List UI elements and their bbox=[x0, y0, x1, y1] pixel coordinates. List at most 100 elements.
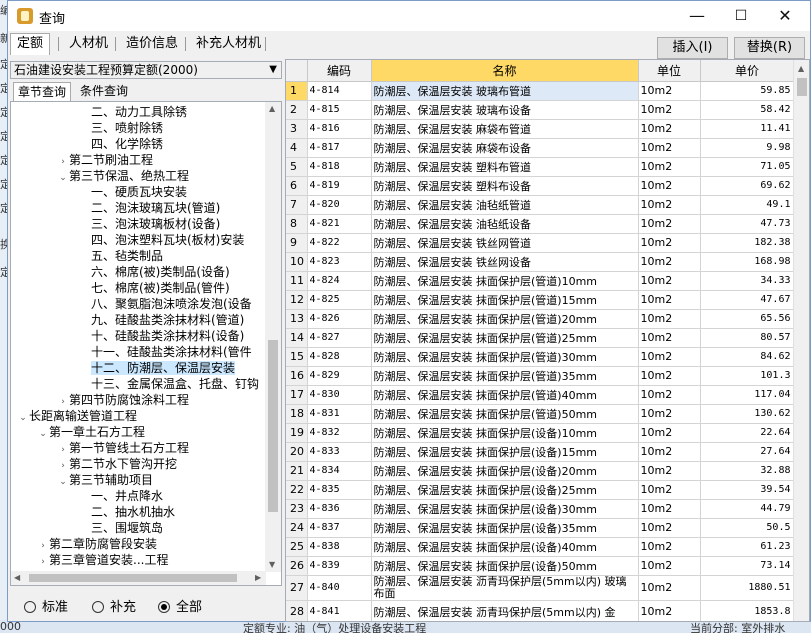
cell-name[interactable]: 防潮层、保温层安装 铁丝网管道 bbox=[371, 233, 639, 253]
tree-node[interactable]: ⌄ 第三节保温、绝热工程 bbox=[57, 168, 189, 184]
tree-node[interactable]: 四、化学除锈 bbox=[79, 136, 163, 152]
cell-price[interactable]: 39.54 bbox=[700, 480, 795, 500]
table-row[interactable]: 14 4-827 防潮层、保温层安装 抹面保护层(管道)25mm 10m2 80.57 bbox=[286, 328, 795, 348]
cell-name[interactable]: 防潮层、保温层安装 沥青玛保护层(5mm以内) 金 bbox=[371, 600, 639, 621]
tab-condition-query[interactable]: 条件查询 bbox=[76, 82, 132, 101]
cell-name[interactable]: 防潮层、保温层安装 抹面保护层(设备)25mm bbox=[371, 480, 639, 500]
cell-unit[interactable]: 10m2 bbox=[638, 195, 701, 215]
cell-code[interactable]: 4-830 bbox=[307, 385, 372, 405]
cell-unit[interactable]: 10m2 bbox=[638, 328, 701, 348]
scroll-up-icon[interactable]: ▲ bbox=[269, 104, 275, 113]
cell-price[interactable]: 11.41 bbox=[700, 119, 795, 139]
cell-name[interactable]: 防潮层、保温层安装 抹面保护层(设备)20mm bbox=[371, 461, 639, 481]
cell-price[interactable]: 101.3 bbox=[700, 366, 795, 386]
row-number[interactable]: 1 bbox=[286, 81, 308, 101]
cell-code[interactable]: 4-831 bbox=[307, 404, 372, 424]
table-row[interactable]: 19 4-832 防潮层、保温层安装 抹面保护层(设备)10mm 10m2 22.64 bbox=[286, 423, 795, 443]
cell-unit[interactable]: 10m2 bbox=[638, 404, 701, 424]
cell-price[interactable]: 80.57 bbox=[700, 328, 795, 348]
cell-code[interactable]: 4-832 bbox=[307, 423, 372, 443]
tree-node[interactable]: 一、井点降水 bbox=[79, 488, 163, 504]
col-header-price[interactable]: 单价 bbox=[700, 60, 795, 82]
cell-unit[interactable]: 10m2 bbox=[638, 176, 701, 196]
table-row[interactable]: 5 4-818 防潮层、保温层安装 塑料布管道 10m2 71.05 bbox=[286, 157, 795, 177]
row-number[interactable]: 22 bbox=[286, 480, 308, 500]
tree-node[interactable]: › 第四节防腐蚀涂料工程 bbox=[57, 392, 189, 408]
tab-price-info[interactable]: 造价信息 bbox=[119, 33, 185, 55]
row-number[interactable]: 27 bbox=[286, 575, 308, 601]
cell-name[interactable]: 防潮层、保温层安装 玻璃布管道 bbox=[371, 81, 639, 101]
collapse-chevron-icon[interactable]: ⌄ bbox=[57, 474, 69, 490]
replace-button[interactable]: 替换(R) bbox=[734, 37, 805, 59]
table-row[interactable]: 10 4-823 防潮层、保温层安装 铁丝网设备 10m2 168.98 bbox=[286, 252, 795, 272]
cell-unit[interactable]: 10m2 bbox=[638, 290, 701, 310]
row-number[interactable]: 19 bbox=[286, 423, 308, 443]
quota-library-select[interactable]: 石油建设安装工程预算定额(2000) ▼ bbox=[10, 61, 282, 79]
cell-unit[interactable]: 10m2 bbox=[638, 347, 701, 367]
cell-price[interactable]: 117.04 bbox=[700, 385, 795, 405]
tab-chapter-query[interactable]: 章节查询 bbox=[13, 82, 72, 101]
row-number[interactable]: 26 bbox=[286, 556, 308, 576]
cell-code[interactable]: 4-814 bbox=[307, 81, 372, 101]
row-number[interactable]: 9 bbox=[286, 233, 308, 253]
col-header-unit[interactable]: 单位 bbox=[638, 60, 701, 82]
row-number[interactable]: 25 bbox=[286, 537, 308, 557]
tree-node[interactable]: 六、棉席(被)类制品(设备) bbox=[79, 264, 230, 280]
tree-node[interactable]: 七、棉席(被)类制品(管件) bbox=[79, 280, 230, 296]
cell-name[interactable]: 防潮层、保温层安装 油毡纸管道 bbox=[371, 195, 639, 215]
cell-price[interactable]: 73.14 bbox=[700, 556, 795, 576]
cell-code[interactable]: 4-823 bbox=[307, 252, 372, 272]
row-number[interactable]: 5 bbox=[286, 157, 308, 177]
filter-standard[interactable]: 标准 bbox=[24, 596, 68, 615]
cell-code[interactable]: 4-834 bbox=[307, 461, 372, 481]
cell-code[interactable]: 4-816 bbox=[307, 119, 372, 139]
radio-icon[interactable] bbox=[24, 601, 36, 613]
table-row[interactable]: 7 4-820 防潮层、保温层安装 油毡纸管道 10m2 49.1 bbox=[286, 195, 795, 215]
cell-name[interactable]: 防潮层、保温层安装 铁丝网设备 bbox=[371, 252, 639, 272]
cell-unit[interactable]: 10m2 bbox=[638, 461, 701, 481]
cell-price[interactable]: 65.56 bbox=[700, 309, 795, 329]
cell-name[interactable]: 防潮层、保温层安装 抹面保护层(设备)30mm bbox=[371, 499, 639, 519]
minimize-button[interactable]: — bbox=[674, 1, 720, 31]
cell-unit[interactable]: 10m2 bbox=[638, 385, 701, 405]
cell-name[interactable]: 防潮层、保温层安装 麻袋布管道 bbox=[371, 119, 639, 139]
col-header-name[interactable]: 名称 bbox=[371, 60, 639, 82]
cell-name[interactable]: 防潮层、保温层安装 抹面保护层(管道)15mm bbox=[371, 290, 639, 310]
cell-name[interactable]: 防潮层、保温层安装 抹面保护层(管道)20mm bbox=[371, 309, 639, 329]
cell-price[interactable]: 84.62 bbox=[700, 347, 795, 367]
tab-quota[interactable]: 定额 bbox=[10, 33, 51, 55]
cell-code[interactable]: 4-841 bbox=[307, 600, 372, 621]
cell-price[interactable]: 61.23 bbox=[700, 537, 795, 557]
cell-code[interactable]: 4-828 bbox=[307, 347, 372, 367]
row-number[interactable]: 21 bbox=[286, 461, 308, 481]
table-row[interactable]: 8 4-821 防潮层、保温层安装 油毡纸设备 10m2 47.73 bbox=[286, 214, 795, 234]
cell-price[interactable]: 47.73 bbox=[700, 214, 795, 234]
cell-unit[interactable]: 10m2 bbox=[638, 423, 701, 443]
cell-unit[interactable]: 10m2 bbox=[638, 157, 701, 177]
table-row[interactable]: 18 4-831 防潮层、保温层安装 抹面保护层(管道)50mm 10m2 130.62 bbox=[286, 404, 795, 424]
table-row[interactable]: 11 4-824 防潮层、保温层安装 抹面保护层(管道)10mm 10m2 34.33 bbox=[286, 271, 795, 291]
expand-chevron-icon[interactable]: › bbox=[37, 554, 49, 570]
tree-node[interactable]: 八、聚氨脂泡沫喷涂发泡(设备 bbox=[79, 296, 252, 312]
cell-code[interactable]: 4-836 bbox=[307, 499, 372, 519]
cell-price[interactable]: 182.38 bbox=[700, 233, 795, 253]
collapse-chevron-icon[interactable]: ⌄ bbox=[37, 426, 49, 442]
tree-node[interactable]: › 第二节水下管沟开挖 bbox=[57, 456, 177, 472]
tab-labor-material-machine[interactable]: 人材机 bbox=[62, 33, 115, 55]
cell-code[interactable]: 4-822 bbox=[307, 233, 372, 253]
cell-unit[interactable]: 10m2 bbox=[638, 366, 701, 386]
tree-node[interactable]: 九、硅酸盐类涂抹材料(管道) bbox=[79, 312, 244, 328]
table-row[interactable]: 17 4-830 防潮层、保温层安装 抹面保护层(管道)40mm 10m2 117.04 bbox=[286, 385, 795, 405]
cell-price[interactable]: 27.64 bbox=[700, 442, 795, 462]
row-number[interactable]: 20 bbox=[286, 442, 308, 462]
cell-unit[interactable]: 10m2 bbox=[638, 480, 701, 500]
cell-code[interactable]: 4-837 bbox=[307, 518, 372, 538]
row-number[interactable]: 6 bbox=[286, 176, 308, 196]
cell-name[interactable]: 防潮层、保温层安装 抹面保护层(设备)40mm bbox=[371, 537, 639, 557]
cell-unit[interactable]: 10m2 bbox=[638, 537, 701, 557]
cell-code[interactable]: 4-818 bbox=[307, 157, 372, 177]
tree-node[interactable]: 二、抽水机抽水 bbox=[79, 504, 175, 520]
cell-price[interactable]: 49.1 bbox=[700, 195, 795, 215]
table-row[interactable]: 3 4-816 防潮层、保温层安装 麻袋布管道 10m2 11.41 bbox=[286, 119, 795, 139]
tree-node[interactable]: 二、动力工具除锈 bbox=[79, 104, 187, 120]
